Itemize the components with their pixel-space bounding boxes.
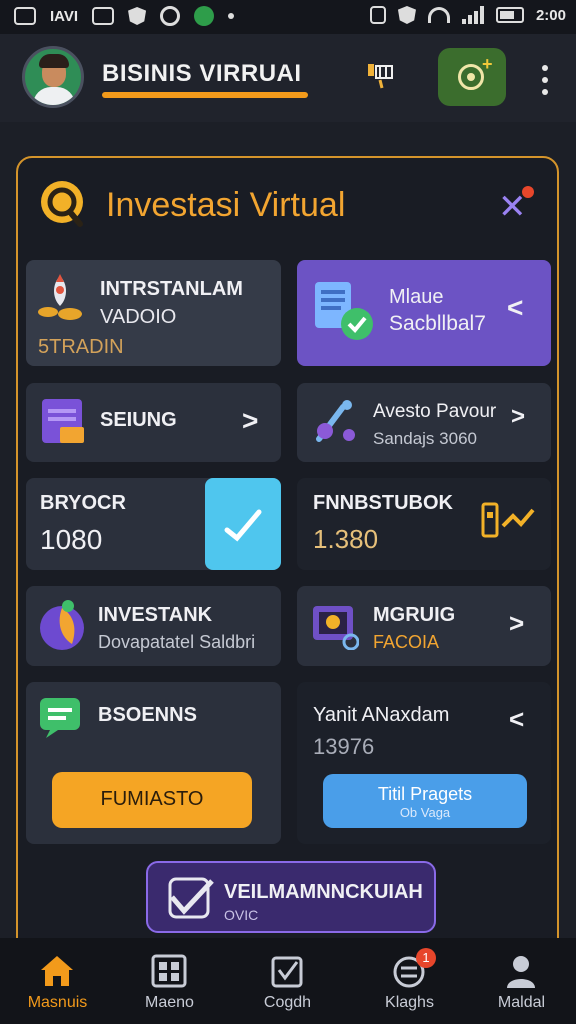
gear-icon-center bbox=[467, 73, 475, 81]
nav-label: Maeno bbox=[145, 994, 194, 1011]
mute-icon bbox=[397, 6, 416, 24]
card-subtitle: Sacbllbal7 bbox=[389, 312, 486, 335]
status-bar-right: 2:00 bbox=[369, 6, 566, 24]
card-subtitle: FACOIA bbox=[373, 632, 440, 652]
bottom-nav: Masnuis Maeno Cogdh 1 Klaghs Maldal bbox=[0, 938, 576, 1024]
card-bsoenns[interactable]: BSOENNS FUMIASTO bbox=[26, 682, 281, 844]
nav-item-home[interactable]: Masnuis bbox=[0, 938, 115, 1024]
coin-icon bbox=[41, 181, 83, 227]
app-title: BISINIS VIRRUAI bbox=[102, 60, 302, 87]
nav-label: Cogdh bbox=[263, 994, 312, 1011]
nav-item-klaghs[interactable]: 1 Klaghs bbox=[352, 938, 467, 1024]
more-vertical-icon[interactable] bbox=[538, 62, 552, 96]
card-intrstanlam[interactable]: INTRSTANLAM VADOIO 5TRADIN bbox=[26, 260, 281, 366]
close-button[interactable]: ✕ bbox=[496, 186, 536, 226]
card-mgruig[interactable]: MGRUIG FACOIA > bbox=[297, 586, 551, 666]
card-investank[interactable]: INVESTANK Dovapatatel Saldbri bbox=[26, 586, 281, 666]
card-value: 13976 bbox=[313, 734, 375, 759]
nav-label: Klaghs bbox=[385, 994, 434, 1011]
card-title: Avesto Pavour bbox=[373, 401, 497, 422]
cta-button[interactable]: VEILMAMNNCKUIAH OVIC bbox=[146, 861, 436, 933]
vibrate-icon bbox=[369, 6, 386, 24]
action-button-orange[interactable]: FUMIASTO bbox=[52, 772, 252, 828]
shield-check-icon bbox=[168, 877, 214, 919]
card-value: 1080 bbox=[40, 524, 103, 555]
card-subtitle: Dovapatatel Saldbri bbox=[98, 632, 256, 652]
card-subtitle: Sandajs 3060 bbox=[373, 429, 477, 448]
wifi-icon bbox=[427, 7, 450, 23]
chevron-left-icon: < bbox=[509, 704, 525, 734]
card-value: 5TRADIN bbox=[38, 336, 124, 358]
dot-icon bbox=[228, 13, 235, 19]
chevron-right-icon: > bbox=[511, 403, 526, 430]
app-header: BISINIS VIRRUAI + bbox=[0, 34, 576, 122]
card-fnnbstubok[interactable]: FNNBSTUBOK 1.380 bbox=[297, 478, 551, 570]
card-subtitle: VADOIO bbox=[100, 306, 177, 328]
avatar-body bbox=[33, 87, 75, 105]
card-bryocr[interactable]: BRYOCR 1080 bbox=[26, 478, 281, 570]
chart-trend-icon bbox=[481, 502, 535, 538]
notification-badge: 1 bbox=[416, 948, 436, 968]
card-title: SEIUNG bbox=[100, 409, 177, 431]
card-seiung[interactable]: SEIUNG > bbox=[26, 383, 281, 462]
action-button-blue[interactable]: Titil Pragets Ob Vaga bbox=[323, 774, 527, 828]
card-title: BSOENNS bbox=[98, 704, 197, 726]
clock: 2:00 bbox=[535, 6, 566, 24]
card-title: BRYOCR bbox=[40, 492, 126, 514]
nav-label: Maldal bbox=[497, 994, 546, 1011]
camera-icon bbox=[160, 6, 181, 26]
status-text: IAVI bbox=[50, 7, 79, 25]
card-mlaue[interactable]: Mlaue Sacbllbal7 < bbox=[297, 260, 551, 366]
action-button-label: Titil Pragets bbox=[377, 784, 473, 804]
nav-item-menu[interactable]: Maeno bbox=[112, 938, 227, 1024]
card-title: INVESTANK bbox=[98, 604, 213, 626]
card-title: Yanit ANaxdam bbox=[313, 704, 450, 726]
user-icon bbox=[507, 956, 535, 988]
clipboard-check-icon bbox=[271, 956, 303, 988]
chat-icon bbox=[40, 698, 80, 738]
notification-icon bbox=[14, 7, 36, 25]
panel-title: Investasi Virtual bbox=[106, 186, 346, 224]
avatar-hair bbox=[39, 54, 69, 68]
cta-title: VEILMAMNNCKUIAH bbox=[224, 881, 423, 903]
signal-icon bbox=[461, 6, 484, 24]
shield-icon bbox=[128, 7, 147, 25]
chevron-right-icon: > bbox=[242, 405, 259, 436]
battery-icon bbox=[495, 7, 524, 23]
card-avesto[interactable]: Avesto Pavour Sandajs 3060 > bbox=[297, 383, 551, 462]
avatar[interactable] bbox=[22, 46, 84, 108]
lock-box-icon bbox=[313, 606, 359, 650]
grid-icon bbox=[151, 954, 187, 988]
title-underline bbox=[102, 92, 308, 98]
check-icon bbox=[224, 509, 262, 542]
chevron-left-icon: < bbox=[507, 292, 524, 323]
card-title: INTRSTANLAM bbox=[100, 278, 243, 300]
card-title: FNNBSTUBOK bbox=[313, 492, 453, 514]
check-tile[interactable] bbox=[205, 478, 281, 570]
plus-icon: + bbox=[482, 54, 493, 74]
card-value: 1.380 bbox=[313, 524, 379, 554]
chevron-right-icon: > bbox=[509, 608, 525, 638]
nav-label: Masnuis bbox=[27, 994, 88, 1011]
action-button-label: FUMIASTO bbox=[100, 788, 204, 810]
image-icon bbox=[92, 7, 115, 25]
nav-item-profile[interactable]: Maldal bbox=[464, 938, 576, 1024]
card-yanit[interactable]: Yanit ANaxdam 13976 < Titil Pragets Ob V… bbox=[297, 682, 551, 844]
cta-subtitle: OVIC bbox=[224, 907, 259, 923]
status-bar-left: IAVI bbox=[14, 6, 235, 26]
action-button-sublabel: Ob Vaga bbox=[399, 805, 451, 820]
rocket-coins-icon bbox=[38, 274, 82, 320]
card-title: MGRUIG bbox=[373, 604, 456, 626]
app-notification-icon bbox=[194, 6, 215, 26]
trophy-icon[interactable] bbox=[366, 62, 396, 90]
settings-button[interactable]: + bbox=[438, 48, 506, 106]
document-check-icon bbox=[315, 282, 373, 340]
card-title: Mlaue bbox=[389, 286, 444, 308]
globe-fruit-icon bbox=[40, 600, 84, 650]
home-icon bbox=[41, 956, 73, 986]
notification-dot bbox=[522, 186, 534, 198]
nav-item-check[interactable]: Cogdh bbox=[230, 938, 345, 1024]
tools-icon bbox=[316, 400, 355, 442]
folder-icon bbox=[42, 399, 84, 443]
